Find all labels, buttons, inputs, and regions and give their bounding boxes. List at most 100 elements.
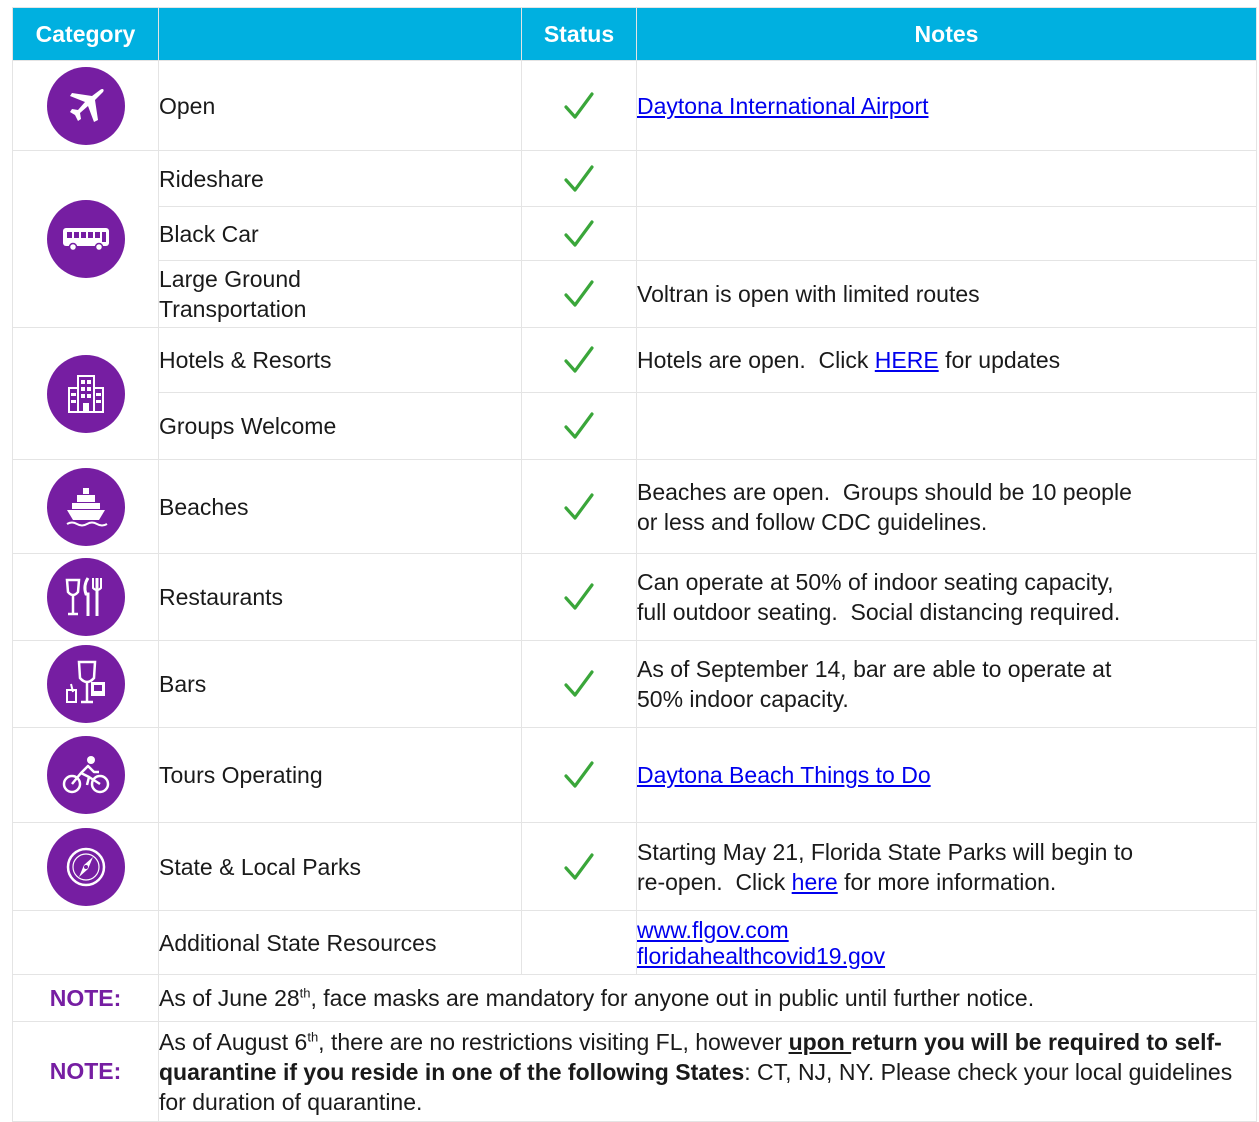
building-icon	[46, 354, 125, 433]
table-row: Tours Operating Daytona Beach Things to …	[12, 727, 1257, 823]
note-label: NOTE:	[12, 1021, 159, 1122]
notes-cell	[636, 206, 1257, 261]
status-check-icon	[521, 260, 637, 328]
row-label: Hotels & Resorts	[158, 327, 522, 393]
notes-cell: www.flgov.com floridahealthcovid19.gov	[636, 910, 1257, 975]
note-text: As of August 6th, there are no restricti…	[158, 1021, 1257, 1122]
flgov-link[interactable]: www.flgov.com	[637, 917, 789, 943]
airport-link[interactable]: Daytona International Airport	[637, 93, 929, 119]
row-label: Restaurants	[158, 553, 522, 641]
note-sup: th	[307, 1028, 319, 1044]
status-check-icon	[521, 60, 637, 151]
table-row: Groups Welcome	[13, 392, 1257, 460]
table-row: Black Car	[13, 206, 1257, 261]
table-row: Open Daytona International Airport	[12, 60, 1257, 151]
row-label-line2: Transportation	[159, 296, 307, 322]
status-table: Category Status Notes Open Daytona Inter…	[12, 7, 1257, 1122]
table-row: Additional State Resources www.flgov.com…	[12, 910, 1257, 975]
row-label: Beaches	[158, 459, 522, 554]
row-label: State & Local Parks	[158, 822, 522, 911]
notes-line2: or less and follow CDC guidelines.	[637, 508, 988, 535]
dining-icon	[46, 558, 125, 636]
notes-cell	[636, 392, 1257, 460]
row-label: Tours Operating	[158, 727, 522, 823]
table-row: Beaches Beaches are open. Groups should …	[12, 459, 1257, 554]
row-label: Black Car	[158, 206, 522, 261]
row-label: Open	[158, 60, 522, 151]
parks-here-link[interactable]: here	[792, 869, 838, 895]
note-text-end: , face masks are mandatory for anyone ou…	[310, 985, 1035, 1011]
row-label: Bars	[158, 640, 522, 728]
header-blank	[158, 7, 522, 61]
status-check-icon	[521, 727, 637, 823]
note-text-start: As of June 28	[159, 985, 300, 1011]
table-row: Large Ground Transportation Voltran is o…	[13, 260, 1257, 328]
table-row: Rideshare	[12, 150, 1257, 328]
table-row: Restaurants Can operate at 50% of indoor…	[12, 553, 1257, 641]
status-cell	[521, 910, 637, 975]
airplane-icon	[46, 66, 125, 145]
row-label-line1: Large Ground	[159, 266, 301, 292]
category-cell	[12, 327, 159, 460]
row-label: Groups Welcome	[158, 392, 522, 460]
bus-icon	[46, 200, 125, 278]
row-label: Rideshare	[158, 150, 522, 207]
notes-line2: 50% indoor capacity.	[637, 686, 849, 712]
status-check-icon	[521, 822, 637, 911]
status-check-icon	[521, 392, 637, 460]
category-cell	[12, 553, 159, 641]
notes-cell: Beaches are open. Groups should be 10 pe…	[636, 459, 1257, 554]
header-notes: Notes	[636, 7, 1257, 61]
notes-text: Hotels are open. Click	[637, 347, 875, 373]
tours-link[interactable]: Daytona Beach Things to Do	[637, 762, 931, 788]
notes-cell: Hotels are open. Click HERE for updates	[636, 327, 1257, 393]
category-cell	[12, 822, 159, 911]
table-row: State & Local Parks Starting May 21, Flo…	[12, 822, 1257, 911]
status-check-icon	[521, 206, 637, 261]
status-check-icon	[521, 150, 637, 207]
status-check-icon	[521, 327, 637, 393]
notes-line2: re-open. Click	[637, 868, 792, 895]
notes-cell: Starting May 21, Florida State Parks wil…	[636, 822, 1257, 911]
table-row: Hotels & Resorts Hotels are open. Click …	[12, 327, 1257, 460]
category-cell	[12, 60, 159, 151]
hotels-here-link[interactable]: HERE	[875, 347, 939, 373]
note-text: As of June 28th, face masks are mandator…	[158, 974, 1257, 1022]
note-row: NOTE: As of August 6th, there are no res…	[12, 1021, 1257, 1122]
cruise-ship-icon	[46, 467, 125, 546]
notes-line1: Starting May 21, Florida State Parks wil…	[637, 838, 1134, 865]
notes-line1: As of September 14, bar are able to oper…	[637, 656, 1112, 682]
note-emphasis-underline: upon	[788, 1028, 852, 1055]
category-cell	[12, 910, 159, 975]
status-check-icon	[521, 640, 637, 728]
notes-text: Voltran is open with limited routes	[636, 260, 1257, 328]
category-cell	[12, 727, 159, 823]
notes-cell: Daytona International Airport	[636, 60, 1257, 151]
note-label: NOTE:	[12, 974, 159, 1022]
compass-icon	[46, 827, 125, 906]
note-sup: th	[299, 985, 311, 1001]
notes-cell: As of September 14, bar are able to oper…	[636, 640, 1257, 728]
notes-line2: full outdoor seating. Social distancing …	[637, 599, 1121, 625]
category-cell	[12, 459, 159, 554]
category-cell	[12, 150, 159, 328]
note-row: NOTE: As of June 28th, face masks are ma…	[12, 974, 1257, 1022]
category-cell	[12, 640, 159, 728]
header-row: Category Status Notes	[12, 7, 1257, 61]
drinks-icon	[46, 645, 125, 723]
notes-cell: Can operate at 50% of indoor seating cap…	[636, 553, 1257, 641]
notes-cell	[636, 150, 1257, 207]
note-text-mid: , there are no restrictions visiting FL,…	[318, 1028, 789, 1055]
notes-cell: Daytona Beach Things to Do	[636, 727, 1257, 823]
row-label: Large Ground Transportation	[158, 260, 522, 328]
header-category: Category	[12, 7, 159, 61]
status-check-icon	[521, 459, 637, 554]
notes-text: for updates	[938, 347, 1061, 373]
status-check-icon	[521, 553, 637, 641]
header-status: Status	[521, 7, 637, 61]
table-row: Bars As of September 14, bar are able to…	[12, 640, 1257, 728]
notes-line2-end: for more information.	[837, 868, 1057, 895]
floridahealth-link[interactable]: floridahealthcovid19.gov	[637, 943, 885, 969]
notes-line1: Beaches are open. Groups should be 10 pe…	[637, 478, 1132, 505]
note-text-start: As of August 6	[159, 1028, 308, 1055]
